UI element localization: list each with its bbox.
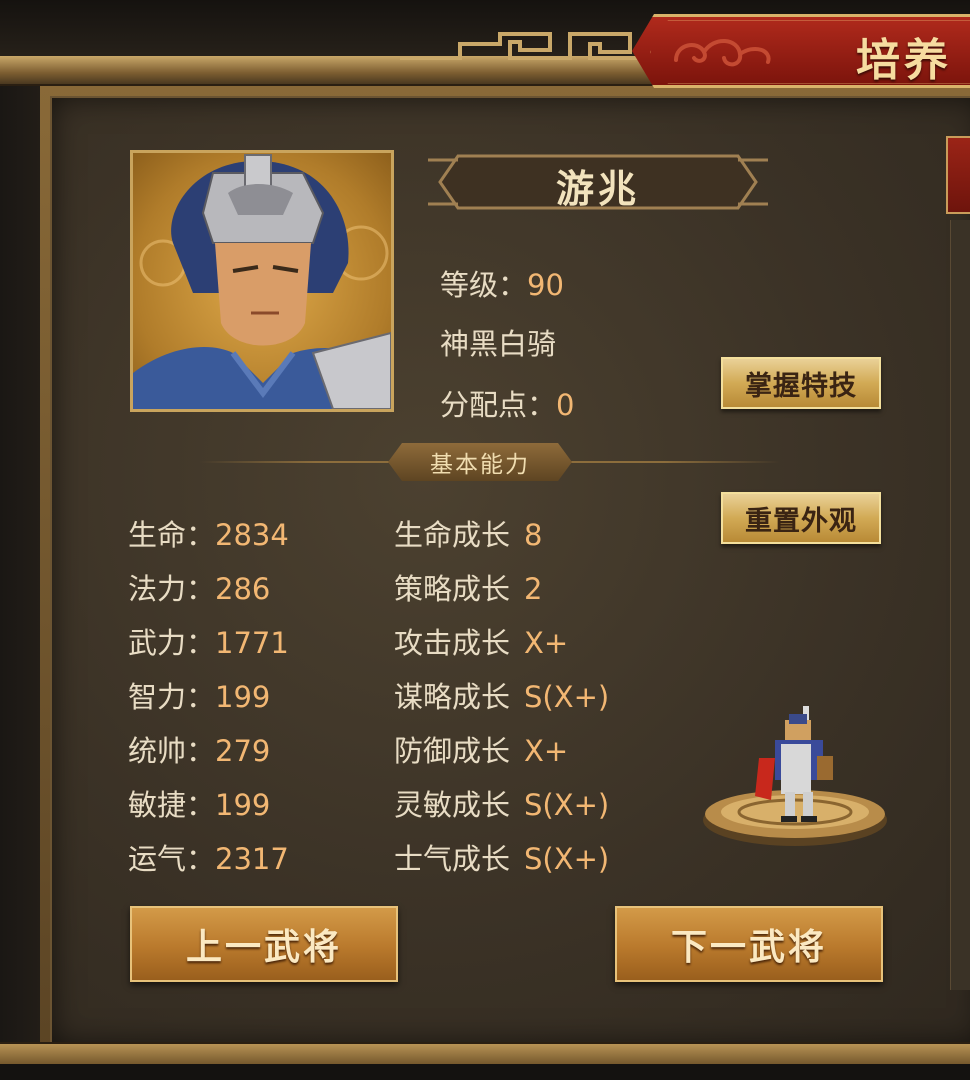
section-title: 基本能力 bbox=[388, 443, 572, 481]
reset-appearance-button[interactable]: 重置外观 bbox=[721, 492, 881, 544]
unit-type: 神黑白骑 bbox=[440, 327, 557, 361]
growth-label: 谋略成长 bbox=[394, 680, 511, 714]
stat-row: 智力： 199 bbox=[128, 674, 270, 716]
stat-label: 统帅： bbox=[128, 734, 216, 768]
growth-label: 防御成长 bbox=[394, 734, 511, 768]
master-skill-button[interactable]: 掌握特技 bbox=[721, 357, 881, 409]
growth-row: 生命成长 8 bbox=[394, 512, 542, 554]
stat-label: 武力： bbox=[128, 626, 216, 660]
stat-row: 生命： 2834 bbox=[128, 512, 289, 554]
level-value: 90 bbox=[527, 268, 564, 302]
stat-row: 运气： 2317 bbox=[128, 836, 289, 878]
general-portrait bbox=[130, 150, 394, 412]
side-tab[interactable] bbox=[946, 136, 970, 214]
stat-label: 运气： bbox=[128, 842, 216, 876]
stat-value: 2834 bbox=[215, 518, 289, 552]
growth-value: X+ bbox=[524, 626, 569, 660]
growth-value: S(X+) bbox=[524, 788, 610, 822]
growth-row: 灵敏成长 S(X+) bbox=[394, 782, 609, 824]
growth-label: 策略成长 bbox=[394, 572, 511, 606]
growth-label: 攻击成长 bbox=[394, 626, 511, 660]
general-name: 游兆 bbox=[555, 166, 640, 211]
prev-general-button[interactable]: 上一武将 bbox=[130, 906, 398, 982]
level-row: 等级： 90 bbox=[440, 262, 564, 304]
stat-row: 统帅： 279 bbox=[128, 728, 270, 770]
page-title: 培养 bbox=[856, 35, 952, 86]
stat-row: 敏捷： 199 bbox=[128, 782, 270, 824]
stat-value: 1771 bbox=[215, 626, 289, 660]
growth-row: 攻击成长 X+ bbox=[394, 620, 568, 662]
stat-label: 敏捷： bbox=[128, 788, 216, 822]
meander-ornament-icon bbox=[400, 32, 660, 60]
stat-label: 生命： bbox=[128, 518, 216, 552]
cloud-swirl-icon bbox=[674, 39, 771, 67]
growth-value: 2 bbox=[524, 572, 543, 606]
bottom-border-bar bbox=[0, 1042, 970, 1066]
stat-value: 279 bbox=[215, 734, 271, 768]
growth-value: X+ bbox=[524, 734, 569, 768]
stat-row: 武力： 1771 bbox=[128, 620, 289, 662]
unit-type-row: 神黑白骑 bbox=[440, 321, 556, 363]
growth-label: 士气成长 bbox=[394, 842, 511, 876]
growth-row: 士气成长 S(X+) bbox=[394, 836, 609, 878]
growth-row: 防御成长 X+ bbox=[394, 728, 568, 770]
prev-general-label: 上一武将 bbox=[185, 927, 342, 968]
next-general-label: 下一武将 bbox=[670, 927, 827, 968]
general-portrait-icon bbox=[133, 154, 391, 409]
growth-value: 8 bbox=[524, 518, 543, 552]
growth-row: 谋略成长 S(X+) bbox=[394, 674, 609, 716]
stat-value: 199 bbox=[215, 680, 271, 714]
right-scroll-edge bbox=[950, 220, 970, 990]
points-label: 分配点： bbox=[440, 388, 557, 422]
growth-label: 生命成长 bbox=[394, 518, 511, 552]
points-value: 0 bbox=[556, 388, 575, 422]
growth-value: S(X+) bbox=[524, 842, 610, 876]
growth-row: 策略成长 2 bbox=[394, 566, 542, 608]
growth-label: 灵敏成长 bbox=[394, 788, 511, 822]
stat-label: 智力： bbox=[128, 680, 216, 714]
stat-value: 2317 bbox=[215, 842, 289, 876]
bottom-shadow bbox=[0, 1064, 970, 1080]
stat-label: 法力： bbox=[128, 572, 216, 606]
growth-value: S(X+) bbox=[524, 680, 610, 714]
points-row: 分配点： 0 bbox=[440, 382, 574, 424]
general-sprite-icon bbox=[755, 706, 833, 822]
stat-value: 286 bbox=[215, 572, 271, 606]
next-general-button[interactable]: 下一武将 bbox=[615, 906, 883, 982]
stat-value: 199 bbox=[215, 788, 271, 822]
level-label: 等级： bbox=[440, 268, 528, 302]
stat-row: 法力： 286 bbox=[128, 566, 270, 608]
